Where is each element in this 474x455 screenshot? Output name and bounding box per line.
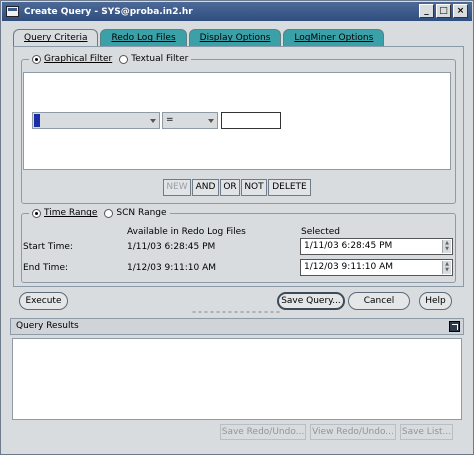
start-time-spinner[interactable]: ▲ ▼ bbox=[442, 240, 451, 253]
save-redo-undo-button[interactable]: Save Redo/Undo... bbox=[220, 424, 306, 440]
graphical-filter-radio[interactable] bbox=[32, 54, 41, 64]
selected-header: Selected bbox=[301, 227, 341, 237]
column-combo[interactable] bbox=[32, 112, 160, 129]
title-bar[interactable]: Create Query - SYS@proba.in2.hr _ □ × bbox=[2, 2, 472, 21]
window-title: Create Query - SYS@proba.in2.hr bbox=[24, 6, 193, 17]
filter-value-input[interactable] bbox=[221, 112, 281, 129]
minimize-button[interactable]: _ bbox=[419, 4, 434, 18]
view-redo-undo-button[interactable]: View Redo/Undo... bbox=[310, 424, 396, 440]
available-header: Available in Redo Log Files bbox=[127, 227, 246, 237]
query-results-header: Query Results bbox=[10, 318, 464, 335]
splitter-handle[interactable] bbox=[191, 311, 281, 313]
maximize-button[interactable]: □ bbox=[436, 4, 451, 18]
time-range-option[interactable]: Time Range SCN Range bbox=[29, 208, 170, 218]
scn-range-label: SCN Range bbox=[116, 208, 167, 218]
textual-filter-label: Textual Filter bbox=[131, 54, 189, 64]
end-time-label: End Time: bbox=[23, 263, 69, 273]
end-available-value: 1/12/03 9:11:10 AM bbox=[127, 263, 217, 273]
cancel-button[interactable]: Cancel bbox=[348, 292, 410, 310]
not-button[interactable]: NOT bbox=[241, 179, 267, 196]
time-range-label: Time Range bbox=[44, 208, 98, 218]
tab-logminer-options[interactable]: LogMiner Options bbox=[283, 29, 385, 47]
and-button[interactable]: AND bbox=[192, 179, 219, 196]
tab-display-options[interactable]: Display Options bbox=[188, 29, 282, 47]
expand-icon[interactable] bbox=[449, 321, 460, 332]
start-available-value: 1/11/03 6:28:45 PM bbox=[127, 242, 216, 252]
textual-filter-radio[interactable] bbox=[119, 54, 129, 64]
query-results-area[interactable] bbox=[12, 338, 462, 420]
graphical-filter-option[interactable]: Graphical Filter Textual Filter bbox=[29, 54, 192, 64]
scn-range-radio[interactable] bbox=[104, 208, 114, 218]
chevron-down-icon bbox=[208, 119, 214, 123]
close-button[interactable]: × bbox=[453, 4, 468, 18]
query-results-title: Query Results bbox=[16, 321, 79, 331]
tab-bar: Query Criteria Redo Log Files Display Op… bbox=[13, 29, 386, 48]
operator-combo[interactable]: = bbox=[162, 112, 218, 129]
time-range-radio[interactable] bbox=[32, 208, 41, 218]
graphical-filter-label: Graphical Filter bbox=[44, 54, 113, 64]
new-button[interactable]: NEW bbox=[163, 179, 191, 196]
start-time-field[interactable]: 1/11/03 6:28:45 PM ▲ ▼ bbox=[300, 238, 453, 255]
save-query-button[interactable]: Save Query... bbox=[277, 292, 345, 310]
delete-button[interactable]: DELETE bbox=[268, 179, 311, 196]
save-list-button[interactable]: Save List... bbox=[400, 424, 453, 440]
create-query-window: Create Query - SYS@proba.in2.hr _ □ × Qu… bbox=[0, 0, 474, 455]
or-button[interactable]: OR bbox=[220, 179, 240, 196]
app-icon bbox=[6, 6, 19, 17]
help-button[interactable]: Help bbox=[419, 292, 452, 310]
end-time-field[interactable]: 1/12/03 9:11:10 AM ▲ ▼ bbox=[300, 259, 453, 276]
selection-marker bbox=[34, 114, 40, 127]
graphical-filter-area[interactable]: = bbox=[23, 72, 451, 170]
start-time-label: Start Time: bbox=[23, 242, 73, 252]
chevron-down-icon bbox=[150, 119, 156, 123]
end-time-spinner[interactable]: ▲ ▼ bbox=[442, 261, 451, 274]
tab-redo-log-files[interactable]: Redo Log Files bbox=[100, 29, 187, 47]
execute-button[interactable]: Execute bbox=[19, 292, 68, 310]
